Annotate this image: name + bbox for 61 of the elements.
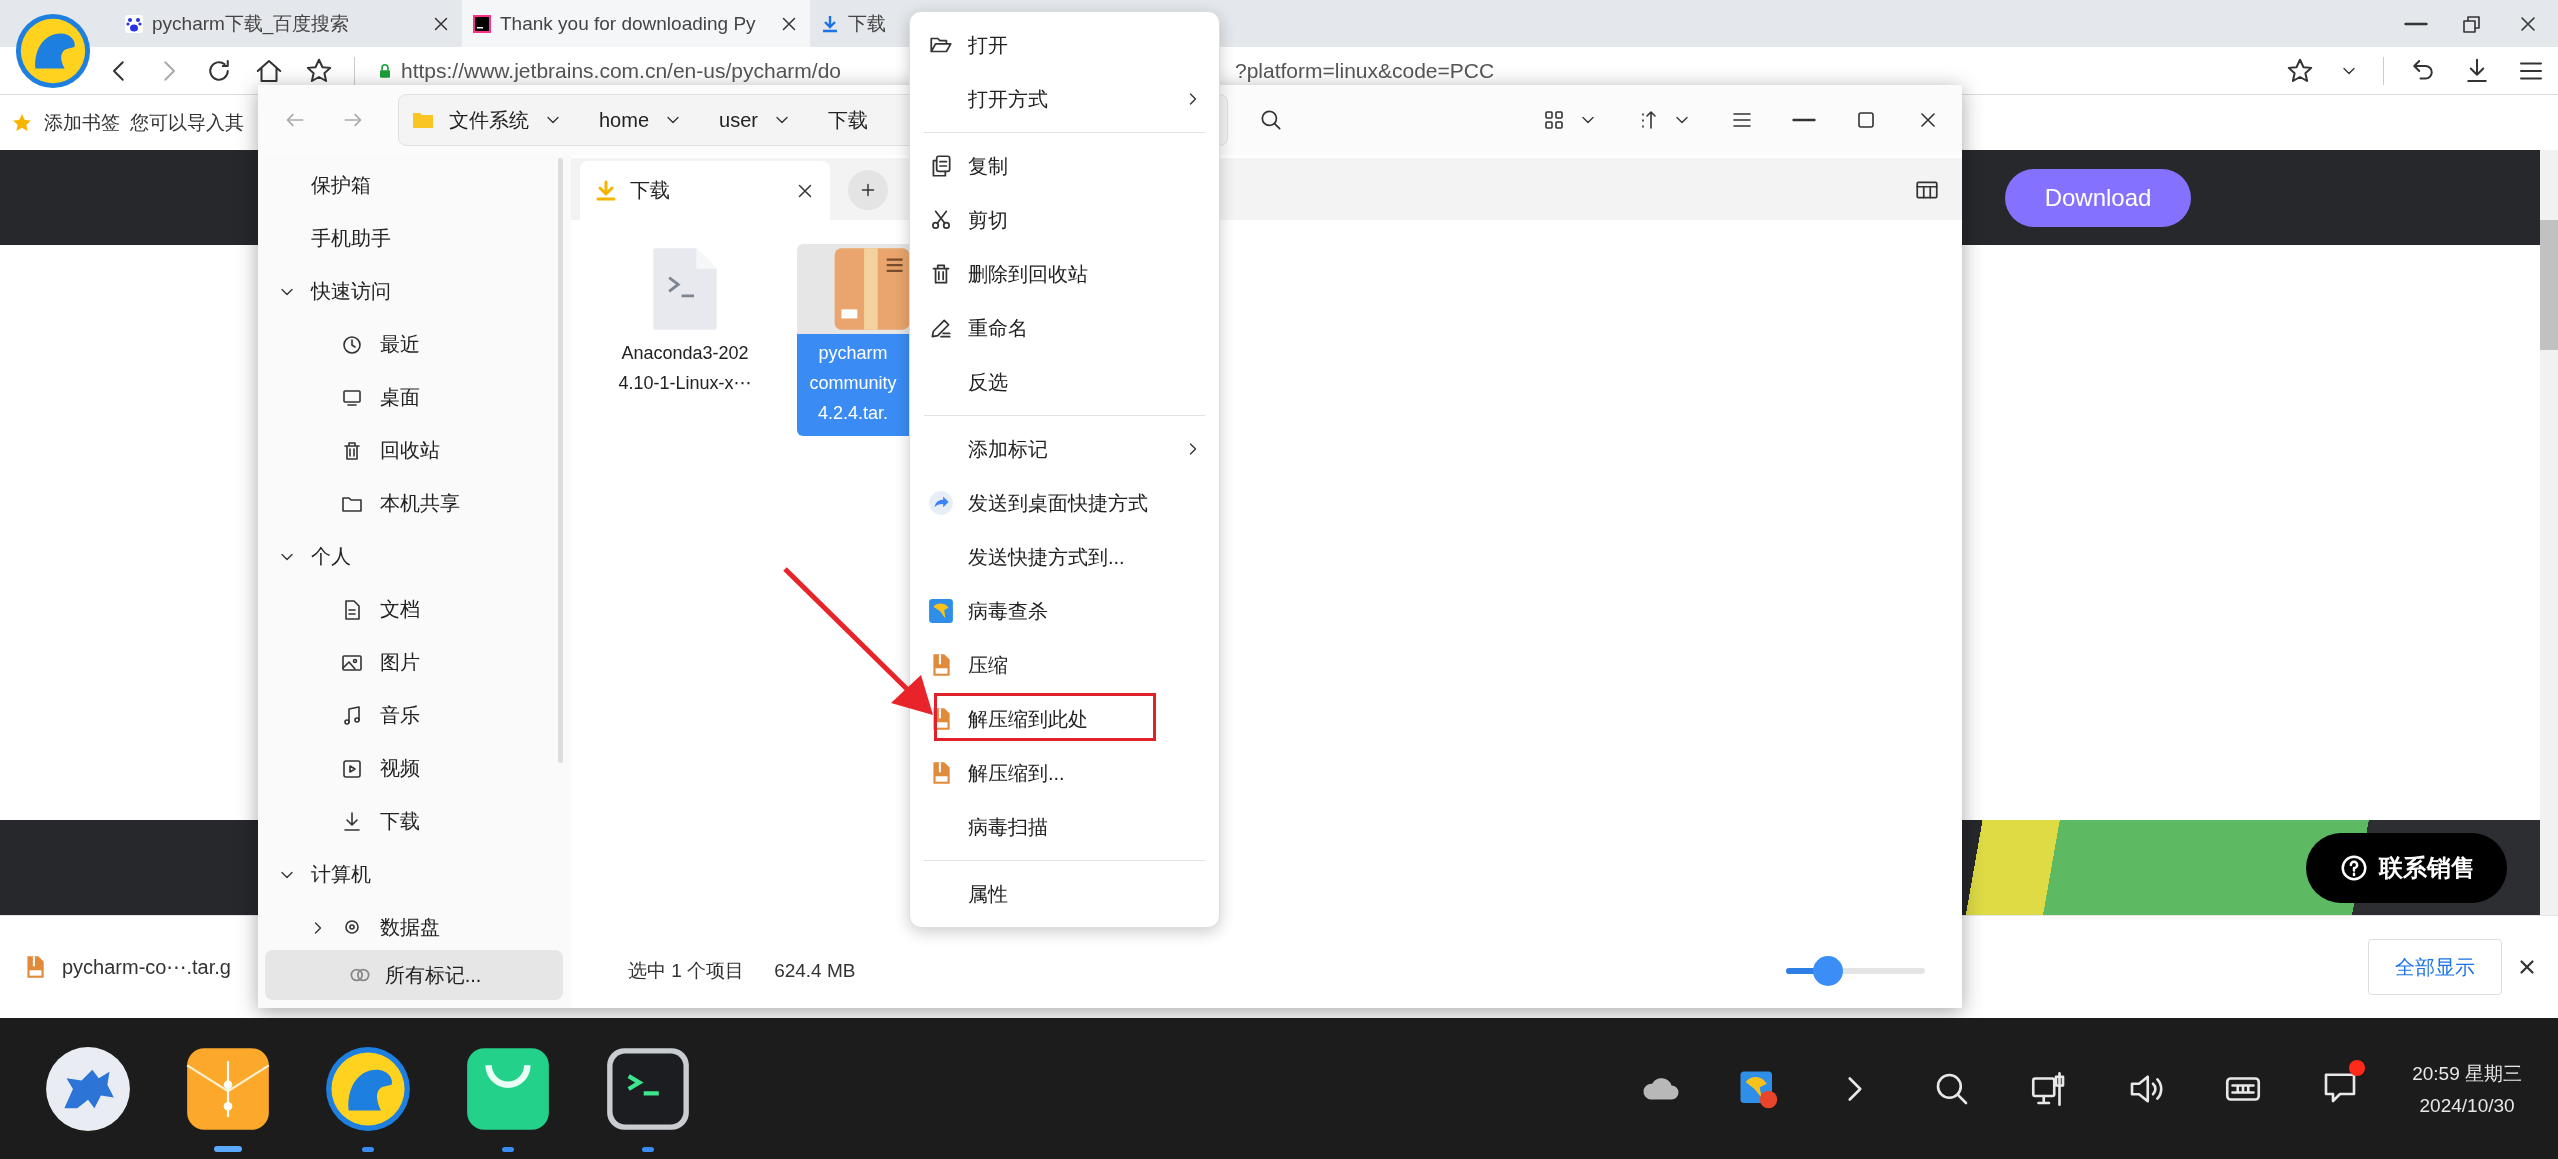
folder-tab[interactable]: 下载 [580, 161, 830, 220]
shopping-bag-app-icon[interactable] [465, 1045, 551, 1132]
breadcrumb-item[interactable]: user [719, 108, 758, 132]
download-file-name[interactable]: pycharm-co⋯.tar.g [62, 955, 231, 979]
browser-app-icon[interactable] [325, 1045, 411, 1132]
all-tags-button[interactable]: 所有标记... [265, 950, 563, 1000]
sidebar-item[interactable]: 本机共享 [258, 477, 571, 530]
menu-item[interactable]: 病毒扫描 [910, 800, 1219, 854]
sidebar-item[interactable]: 最近 [258, 318, 571, 371]
launcher-icon[interactable] [45, 1045, 131, 1132]
menu-item[interactable]: 解压缩到此处 [910, 692, 1219, 746]
menu-item[interactable]: 发送到桌面快捷方式 [910, 476, 1219, 530]
sidebar-item[interactable]: 快速访问 [258, 265, 571, 318]
menu-item[interactable]: 解压缩到... [910, 746, 1219, 800]
menu-item[interactable]: 剪切 [910, 193, 1219, 247]
sidebar-item[interactable]: 文档 [258, 583, 571, 636]
download-icon [820, 13, 840, 34]
sidebar-item[interactable]: 个人 [258, 530, 571, 583]
terminal-app-icon[interactable] [605, 1045, 691, 1132]
sidebar-item[interactable]: 保护箱 [258, 159, 571, 212]
zoom-slider[interactable] [1786, 956, 1925, 986]
clock-date: 2024/10/30 [2419, 1094, 2515, 1117]
sidebar-item[interactable]: 回收站 [258, 424, 571, 477]
envelope-app-icon[interactable] [185, 1045, 271, 1132]
menu-item[interactable]: 压缩 [910, 638, 1219, 692]
download-icon [594, 178, 618, 203]
slider-thumb[interactable] [1812, 956, 1843, 986]
show-all-button[interactable]: 全部显示 [2368, 939, 2502, 995]
new-tab-button[interactable] [848, 170, 888, 210]
minimize-icon[interactable] [2404, 20, 2428, 27]
selection-size: 624.4 MB [774, 960, 856, 982]
sidebar-item[interactable]: 图片 [258, 636, 571, 689]
paw-icon [124, 13, 144, 34]
sidebar-item[interactable]: 手机助手 [258, 212, 571, 265]
menu-item[interactable]: 复制 [910, 139, 1219, 193]
clock-time: 20:59 星期三 [2412, 1061, 2522, 1086]
shield-app-icon [928, 598, 954, 624]
breadcrumb-item[interactable]: home [599, 108, 650, 132]
square-logo-icon [472, 13, 492, 34]
bookmark-link[interactable]: 您可以导入其 [130, 109, 244, 136]
sidebar-item[interactable]: 音乐 [258, 689, 571, 742]
browser-logo-icon [14, 12, 92, 90]
breadcrumb-item[interactable]: 下载 [827, 106, 868, 134]
selection-status: 选中 1 个项目 [628, 959, 745, 983]
browser-tab[interactable]: Thank you for downloading Py [462, 0, 810, 47]
sidebar-item[interactable]: 下载 [258, 795, 571, 848]
menu-item[interactable]: 发送快捷方式到... [910, 530, 1219, 584]
sidebar-item[interactable]: 视频 [258, 742, 571, 795]
minimize-icon[interactable] [1792, 117, 1816, 123]
bookmark-link[interactable]: 添加书签 [44, 109, 120, 136]
contact-sales-button[interactable]: 联系销售 [2306, 832, 2507, 903]
download-button[interactable]: Download [2005, 168, 2191, 227]
file-item[interactable]: Anaconda3-202 4.10-1-Linux-x⋯ [610, 244, 760, 406]
file-name: Anaconda3-202 4.10-1-Linux-x⋯ [617, 342, 753, 395]
sidebar-item[interactable]: 桌面 [258, 371, 571, 424]
sidebar-item[interactable]: 计算机 [258, 848, 571, 901]
scrollbar[interactable] [2540, 150, 2558, 915]
breadcrumb-item[interactable]: 文件系统 [449, 106, 529, 134]
grid-view-icon [1542, 108, 1566, 132]
menu-item[interactable]: 病毒查杀 [910, 584, 1219, 638]
menu-item[interactable]: 属性 [910, 867, 1219, 921]
